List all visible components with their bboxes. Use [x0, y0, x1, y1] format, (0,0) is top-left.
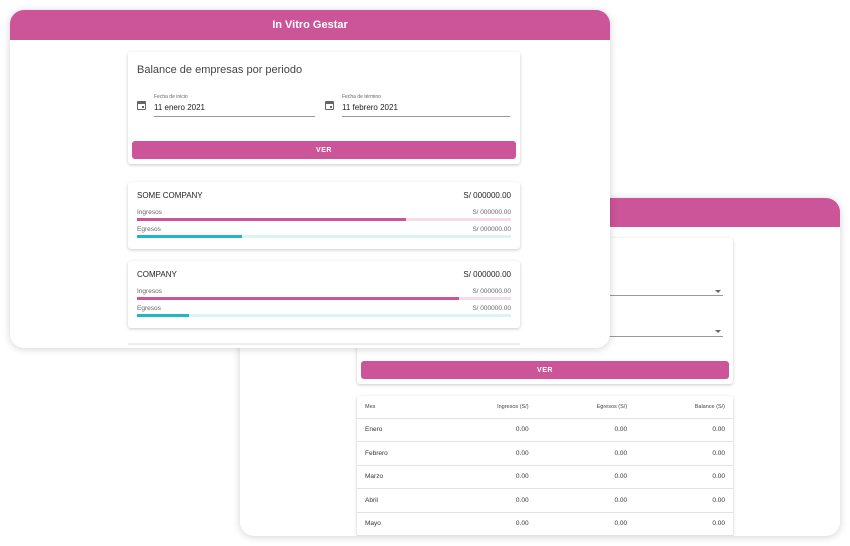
ver-button[interactable]: VER — [361, 361, 729, 379]
end-date-label: Fecha de término — [342, 94, 381, 100]
balance-form-card: Balance de empresas por periodo Fecha de… — [128, 52, 520, 164]
ver-button[interactable]: VER — [132, 141, 516, 159]
table-row[interactable]: Marzo 0.00 0.00 0.00 — [357, 465, 733, 489]
cell-egresos: 0.00 — [536, 465, 636, 489]
company-name: SOME COMPANY — [137, 191, 203, 200]
egresos-metric: Egresos S/ 000000.00 — [137, 226, 511, 238]
end-date-field[interactable]: Fecha de término 11 febrero 2021 — [325, 94, 510, 117]
ingresos-metric: Ingresos S/ 000000.00 — [137, 209, 511, 221]
chevron-down-icon[interactable] — [715, 330, 721, 333]
ingresos-label: Ingresos — [137, 288, 162, 295]
cell-mes: Marzo — [357, 465, 436, 489]
calendar-icon[interactable] — [137, 101, 146, 110]
ingresos-label: Ingresos — [137, 209, 162, 216]
cell-ingresos: 0.00 — [435, 512, 537, 536]
company-total: S/ 000000.00 — [463, 191, 511, 200]
company-card[interactable]: SOME COMPANY S/ 000000.00 Ingresos S/ 00… — [128, 182, 520, 249]
ingresos-progress-track — [137, 218, 511, 221]
ingresos-value: S/ 000000.00 — [472, 209, 511, 216]
column-header-mes: Mes — [357, 396, 436, 419]
column-header-balance: Balance (S/) — [635, 396, 733, 419]
egresos-label: Egresos — [137, 305, 161, 312]
cell-balance: 0.00 — [635, 418, 733, 442]
egresos-metric: Egresos S/ 000000.00 — [137, 305, 511, 317]
ingresos-progress-bar — [137, 218, 407, 221]
balance-content: Balance de empresas por periodo Fecha de… — [128, 52, 520, 348]
egresos-value: S/ 000000.00 — [472, 305, 511, 312]
monthly-table-card: Mes Ingresos (S/) Egresos (S/) Balance (… — [357, 396, 733, 536]
end-date-underline — [342, 116, 510, 117]
egresos-value: S/ 000000.00 — [472, 226, 511, 233]
calendar-icon[interactable] — [325, 101, 334, 110]
cell-egresos: 0.00 — [536, 441, 636, 466]
egresos-progress-track — [137, 314, 511, 317]
cell-mes: Febrero — [357, 441, 436, 466]
app-bar: In Vitro Gestar — [10, 10, 610, 40]
end-date-value[interactable]: 11 febrero 2021 — [342, 103, 398, 112]
app-title: In Vitro Gestar — [272, 19, 348, 31]
egresos-progress-bar — [137, 235, 242, 238]
table-row[interactable]: Enero 0.00 0.00 0.00 — [357, 418, 733, 442]
cell-ingresos: 0.00 — [435, 465, 537, 489]
ingresos-progress-track — [137, 297, 511, 300]
cell-egresos: 0.00 — [536, 418, 636, 442]
ingresos-progress-bar — [137, 297, 459, 300]
company-total: S/ 000000.00 — [463, 270, 511, 279]
egresos-progress-bar — [137, 314, 190, 317]
cell-ingresos: 0.00 — [435, 418, 537, 442]
company-balance-window: In Vitro Gestar Balance de empresas por … — [10, 10, 610, 348]
start-date-label: Fecha de inicio — [154, 94, 188, 100]
start-date-underline — [154, 116, 315, 117]
egresos-progress-track — [137, 235, 511, 238]
column-header-egresos: Egresos (S/) — [536, 396, 636, 419]
cell-mes: Mayo — [357, 512, 436, 536]
cell-egresos: 0.00 — [536, 512, 636, 536]
monthly-table: Mes Ingresos (S/) Egresos (S/) Balance (… — [357, 396, 733, 536]
cell-balance: 0.00 — [635, 512, 733, 536]
column-header-ingresos: Ingresos (S/) — [435, 396, 537, 419]
table-header-row: Mes Ingresos (S/) Egresos (S/) Balance (… — [357, 396, 733, 419]
table-row[interactable]: Febrero 0.00 0.00 0.00 — [357, 441, 733, 466]
cell-balance: 0.00 — [635, 488, 733, 513]
cell-balance: 0.00 — [635, 465, 733, 489]
table-row[interactable]: Mayo 0.00 0.00 0.00 — [357, 512, 733, 536]
company-card[interactable]: COMPANY S/ 000000.00 Ingresos S/ 000000.… — [128, 261, 520, 328]
cell-mes: Abril — [357, 488, 436, 513]
company-card-partial — [128, 343, 520, 348]
cell-mes: Enero — [357, 418, 436, 442]
cell-ingresos: 0.00 — [435, 488, 537, 513]
cell-egresos: 0.00 — [536, 488, 636, 513]
cell-ingresos: 0.00 — [435, 441, 537, 466]
egresos-label: Egresos — [137, 226, 161, 233]
cell-balance: 0.00 — [635, 441, 733, 466]
start-date-value[interactable]: 11 enero 2021 — [154, 103, 205, 112]
chevron-down-icon[interactable] — [715, 290, 721, 293]
start-date-field[interactable]: Fecha de inicio 11 enero 2021 — [137, 94, 315, 117]
table-row[interactable]: Abril 0.00 0.00 0.00 — [357, 488, 733, 513]
company-name: COMPANY — [137, 270, 177, 279]
ingresos-metric: Ingresos S/ 000000.00 — [137, 288, 511, 300]
form-title: Balance de empresas por periodo — [137, 64, 303, 76]
ingresos-value: S/ 000000.00 — [472, 288, 511, 295]
